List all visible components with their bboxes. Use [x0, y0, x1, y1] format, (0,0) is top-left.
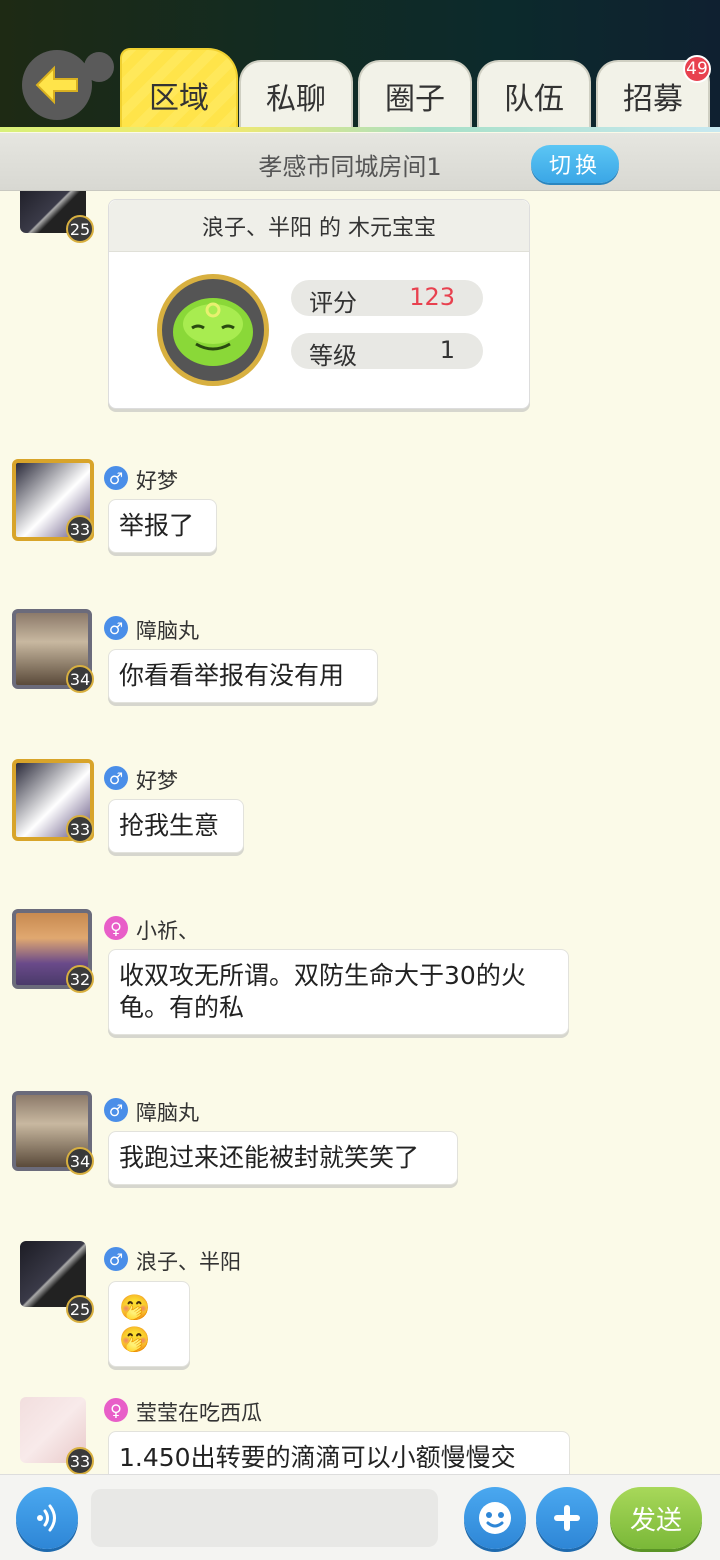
add-button[interactable]	[536, 1487, 598, 1549]
emoji-icon	[479, 1502, 511, 1534]
plus-icon	[554, 1505, 580, 1531]
tab-team-label: 队伍	[504, 82, 564, 117]
message-bubble[interactable]: 收双攻无所谓。双防生命大于30的火龟。有的私	[108, 949, 569, 1035]
level-badge: 25	[66, 215, 94, 243]
pet-score-value: 123	[409, 283, 455, 311]
message-bubble[interactable]: 我跑过来还能被封就笑笑了	[108, 1131, 458, 1185]
room-title: 孝感市同城房间1	[258, 153, 442, 181]
message-bubble[interactable]: 抢我生意	[108, 799, 244, 853]
level-badge: 34	[66, 1147, 94, 1175]
pet-score-row: 评分 123	[291, 280, 483, 317]
message-bubble[interactable]: 举报了	[108, 499, 217, 553]
sender-name: 小祈、	[136, 919, 199, 943]
male-icon: ♂	[104, 1098, 128, 1122]
header-divider	[0, 127, 720, 132]
message-bubble[interactable]: 🤭🤭	[108, 1281, 190, 1367]
green-slime-icon	[173, 298, 253, 366]
male-icon: ♂	[104, 766, 128, 790]
male-icon: ♂	[104, 616, 128, 640]
tab-circle-label: 圈子	[385, 82, 445, 117]
level-badge: 33	[66, 515, 94, 543]
level-badge: 32	[66, 965, 94, 993]
pet-grade-value: 1	[439, 336, 455, 364]
pet-grade-label: 等级	[309, 342, 357, 370]
tab-recruit-label: 招募	[623, 82, 683, 117]
voice-icon	[37, 1504, 56, 1532]
send-button[interactable]: 发送	[610, 1487, 702, 1549]
sender-name: 好梦	[136, 469, 178, 493]
tab-team[interactable]: 队伍	[477, 60, 591, 130]
top-header: 区域 私聊 圈子 队伍 招募 49	[0, 0, 720, 132]
chat-message-list[interactable]: 25 浪子、半阳 的 木元宝宝 评分 123 等级 1 33 ♂ 好梦 举报了 …	[0, 191, 720, 1474]
female-icon: ♀	[104, 916, 128, 940]
message-bubble[interactable]: 你看看举报有没有用	[108, 649, 378, 703]
tab-private-chat-label: 私聊	[266, 82, 326, 117]
sender-name: 好梦	[136, 769, 178, 793]
level-badge: 34	[66, 665, 94, 693]
sender-name: 障脑丸	[136, 619, 199, 643]
male-icon: ♂	[104, 466, 128, 490]
composer-bar: 发送	[0, 1474, 720, 1560]
male-icon: ♂	[104, 1247, 128, 1271]
message-input[interactable]	[91, 1489, 438, 1547]
recruit-count-badge: 49	[683, 55, 711, 83]
pet-card-title: 浪子、半阳 的 木元宝宝	[109, 200, 529, 252]
pet-icon	[157, 274, 269, 386]
emoji-button[interactable]	[464, 1487, 526, 1549]
sender-name: 莹莹在吃西瓜	[136, 1401, 262, 1425]
level-badge: 25	[66, 1295, 94, 1323]
voice-button[interactable]	[16, 1487, 78, 1549]
tab-region-label: 区域	[149, 81, 209, 116]
back-button[interactable]	[22, 50, 92, 120]
tab-private-chat[interactable]: 私聊	[239, 60, 353, 130]
sender-name: 障脑丸	[136, 1101, 199, 1125]
message-bubble[interactable]: 1.450出转要的滴滴可以小额慢慢交	[108, 1431, 570, 1474]
switch-room-button[interactable]: 切换	[531, 145, 619, 183]
pet-grade-row: 等级 1	[291, 333, 483, 370]
tab-circle[interactable]: 圈子	[358, 60, 472, 130]
female-icon: ♀	[104, 1398, 128, 1422]
arrow-left-icon	[35, 65, 78, 105]
sender-name: 浪子、半阳	[136, 1250, 241, 1274]
level-badge: 33	[66, 815, 94, 843]
pet-score-label: 评分	[309, 289, 357, 317]
tab-region[interactable]: 区域	[120, 48, 238, 130]
pet-share-card[interactable]: 浪子、半阳 的 木元宝宝 评分 123 等级 1	[108, 199, 530, 409]
level-badge: 33	[66, 1447, 94, 1474]
